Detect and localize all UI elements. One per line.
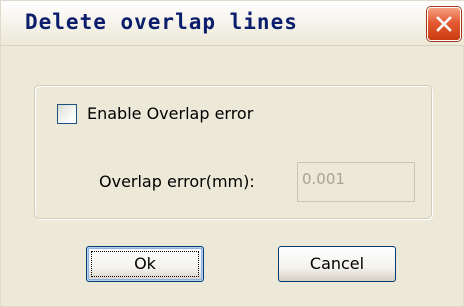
close-x-icon xyxy=(436,16,452,32)
enable-overlap-checkbox[interactable] xyxy=(57,104,77,124)
ok-button[interactable]: Ok xyxy=(86,246,204,282)
delete-overlap-dialog: Delete overlap lines Enable Overlap erro… xyxy=(0,0,464,307)
title-bar[interactable]: Delete overlap lines xyxy=(1,1,464,46)
enable-overlap-label[interactable]: Enable Overlap error xyxy=(87,104,253,124)
close-button[interactable] xyxy=(427,7,461,41)
dialog-title: Delete overlap lines xyxy=(25,10,298,34)
focus-rectangle xyxy=(91,251,199,277)
overlap-error-label: Overlap error(mm): xyxy=(99,172,255,191)
cancel-button-label: Cancel xyxy=(309,254,365,273)
cancel-button[interactable]: Cancel xyxy=(278,246,396,282)
overlap-error-input[interactable]: 0.001 xyxy=(297,162,415,202)
